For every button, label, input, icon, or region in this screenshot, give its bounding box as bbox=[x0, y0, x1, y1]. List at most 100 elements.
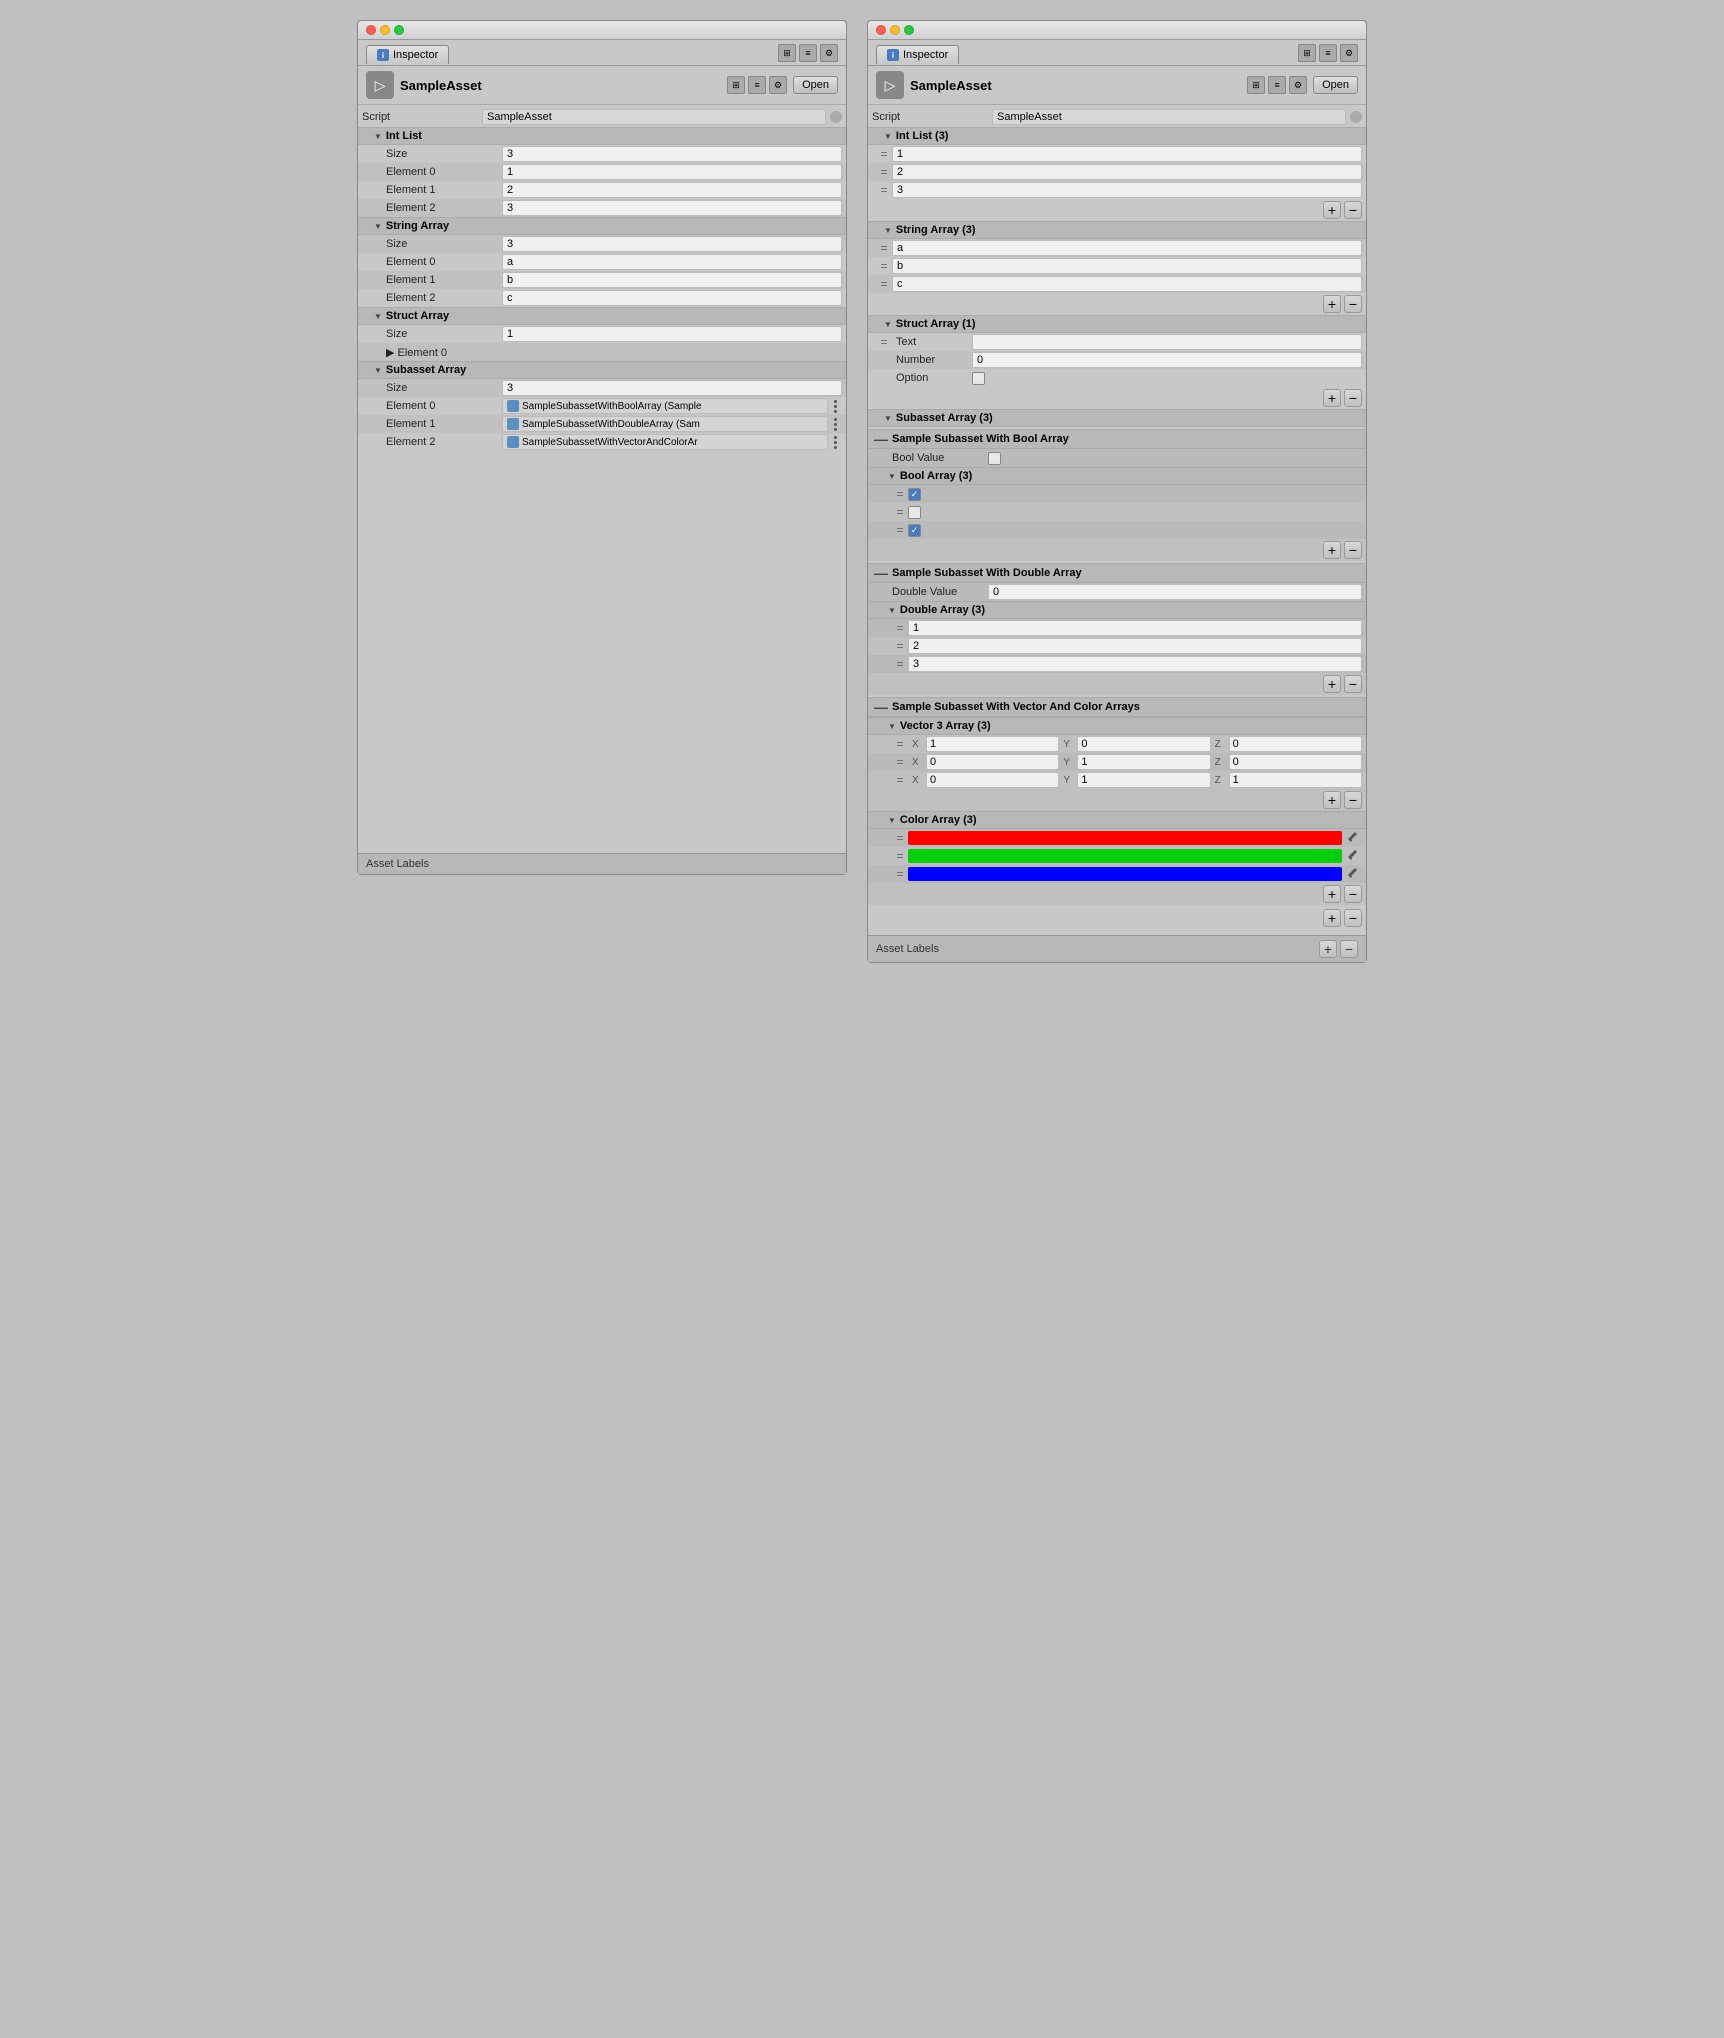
left-open-button[interactable]: Open bbox=[793, 76, 838, 94]
right-script-circle[interactable] bbox=[1350, 111, 1362, 123]
left-string-array-size-value[interactable]: 3 bbox=[502, 236, 842, 252]
left-int-list-size-value[interactable]: 3 bbox=[502, 146, 842, 162]
close-button[interactable] bbox=[366, 25, 376, 35]
right-subasset-array-header[interactable]: ▼ Subasset Array (3) bbox=[868, 409, 1366, 427]
left-subasset-elem2-ref[interactable]: SampleSubassetWithVectorAndColorAr bbox=[502, 434, 828, 450]
right-v3-2-x[interactable]: 0 bbox=[926, 772, 1059, 788]
left-subasset-elem2-menu[interactable] bbox=[828, 435, 842, 449]
right-bool-array-add-btn[interactable]: + bbox=[1323, 541, 1341, 559]
right-double-array-value-0[interactable]: 1 bbox=[908, 620, 1362, 636]
left-subasset-elem0-menu[interactable] bbox=[828, 399, 842, 413]
right-struct-option-checkbox[interactable] bbox=[972, 372, 985, 385]
right-icon-btn-1[interactable]: ⊞ bbox=[1298, 44, 1316, 62]
right-close-button[interactable] bbox=[876, 25, 886, 35]
right-vector3-remove-btn[interactable]: − bbox=[1344, 791, 1362, 809]
right-string-array-value-2[interactable]: c bbox=[892, 276, 1362, 292]
right-struct-number-value[interactable]: 0 bbox=[972, 352, 1362, 368]
maximize-button[interactable] bbox=[394, 25, 404, 35]
right-v3-1-y[interactable]: 1 bbox=[1077, 754, 1210, 770]
left-subasset-elem1-ref[interactable]: SampleSubassetWithDoubleArray (Sam bbox=[502, 416, 828, 432]
right-int-list-remove-btn[interactable]: − bbox=[1344, 201, 1362, 219]
right-double-array-value-1[interactable]: 2 bbox=[908, 638, 1362, 654]
right-int-list-add-btn[interactable]: + bbox=[1323, 201, 1341, 219]
right-footer-add-btn[interactable]: + bbox=[1319, 940, 1337, 958]
right-v3-0-z[interactable]: 0 bbox=[1229, 736, 1362, 752]
right-string-array-value-0[interactable]: a bbox=[892, 240, 1362, 256]
right-color-eyedropper-2[interactable] bbox=[1342, 867, 1362, 881]
left-subasset-array-header[interactable]: ▼ Subasset Array bbox=[358, 361, 846, 379]
right-struct-array-remove-btn[interactable]: − bbox=[1344, 389, 1362, 407]
right-color-swatch-2[interactable] bbox=[908, 867, 1342, 881]
left-int-list-elem1-value[interactable]: 2 bbox=[502, 182, 842, 198]
right-icon-btn-2[interactable]: ≡ bbox=[1319, 44, 1337, 62]
left-string-array-elem1-value[interactable]: b bbox=[502, 272, 842, 288]
right-icon-btn-3[interactable]: ⚙ bbox=[1340, 44, 1358, 62]
right-header-icon-3[interactable]: ⚙ bbox=[1289, 76, 1307, 94]
left-icon-btn-2[interactable]: ≡ bbox=[799, 44, 817, 62]
right-double-array-remove-btn[interactable]: − bbox=[1344, 675, 1362, 693]
left-subasset-elem1-menu[interactable] bbox=[828, 417, 842, 431]
right-color-array-remove-btn[interactable]: − bbox=[1344, 885, 1362, 903]
left-header-icon-1[interactable]: ⊞ bbox=[727, 76, 745, 94]
right-maximize-button[interactable] bbox=[904, 25, 914, 35]
right-v3-2-y[interactable]: 1 bbox=[1077, 772, 1210, 788]
left-string-array-elem2-value[interactable]: c bbox=[502, 290, 842, 306]
right-v3-1-z[interactable]: 0 bbox=[1229, 754, 1362, 770]
left-icon-btn-3[interactable]: ⚙ bbox=[820, 44, 838, 62]
right-bool-array-remove-btn[interactable]: − bbox=[1344, 541, 1362, 559]
right-bool-array-checkbox-1[interactable] bbox=[908, 506, 921, 519]
right-int-list-header[interactable]: ▼ Int List (3) bbox=[868, 127, 1366, 145]
right-bool-array-header[interactable]: ▼ Bool Array (3) bbox=[868, 467, 1366, 485]
right-string-array-add-btn[interactable]: + bbox=[1323, 295, 1341, 313]
right-color-swatch-0[interactable] bbox=[908, 831, 1342, 845]
left-header-icon-3[interactable]: ⚙ bbox=[769, 76, 787, 94]
left-subasset-elem0-ref[interactable]: SampleSubassetWithBoolArray (Sample bbox=[502, 398, 828, 414]
right-int-list-value-2[interactable]: 3 bbox=[892, 182, 1362, 198]
right-color-swatch-1[interactable] bbox=[908, 849, 1342, 863]
right-subasset-remove-btn[interactable]: − bbox=[1344, 909, 1362, 927]
right-header-icon-1[interactable]: ⊞ bbox=[1247, 76, 1265, 94]
left-int-list-elem0-value[interactable]: 1 bbox=[502, 164, 842, 180]
left-icon-btn-1[interactable]: ⊞ bbox=[778, 44, 796, 62]
right-bool-value-checkbox[interactable] bbox=[988, 452, 1001, 465]
right-inspector-tab[interactable]: i Inspector bbox=[876, 45, 959, 64]
right-double-array-value-2[interactable]: 3 bbox=[908, 656, 1362, 672]
right-vector3-array-header[interactable]: ▼ Vector 3 Array (3) bbox=[868, 717, 1366, 735]
right-double-value-input[interactable]: 0 bbox=[988, 584, 1362, 600]
right-int-list-value-0[interactable]: 1 bbox=[892, 146, 1362, 162]
right-struct-array-add-btn[interactable]: + bbox=[1323, 389, 1341, 407]
right-string-array-remove-btn[interactable]: − bbox=[1344, 295, 1362, 313]
right-v3-0-x[interactable]: 1 bbox=[926, 736, 1059, 752]
right-v3-0-y[interactable]: 0 bbox=[1077, 736, 1210, 752]
right-v3-2-z[interactable]: 1 bbox=[1229, 772, 1362, 788]
right-footer-remove-btn[interactable]: − bbox=[1340, 940, 1358, 958]
right-color-array-header[interactable]: ▼ Color Array (3) bbox=[868, 811, 1366, 829]
left-struct-array-size-value[interactable]: 1 bbox=[502, 326, 842, 342]
right-string-array-value-1[interactable]: b bbox=[892, 258, 1362, 274]
right-bool-array-checkbox-2[interactable] bbox=[908, 524, 921, 537]
left-string-array-header[interactable]: ▼ String Array bbox=[358, 217, 846, 235]
left-subasset-size-value[interactable]: 3 bbox=[502, 380, 842, 396]
right-color-eyedropper-1[interactable] bbox=[1342, 849, 1362, 863]
right-color-eyedropper-0[interactable] bbox=[1342, 831, 1362, 845]
right-int-list-value-1[interactable]: 2 bbox=[892, 164, 1362, 180]
right-struct-array-header[interactable]: ▼ Struct Array (1) bbox=[868, 315, 1366, 333]
left-struct-array-header[interactable]: ▼ Struct Array bbox=[358, 307, 846, 325]
left-int-list-elem2-value[interactable]: 3 bbox=[502, 200, 842, 216]
right-subasset-add-btn[interactable]: + bbox=[1323, 909, 1341, 927]
right-color-array-add-btn[interactable]: + bbox=[1323, 885, 1341, 903]
right-bool-array-checkbox-0[interactable] bbox=[908, 488, 921, 501]
right-minimize-button[interactable] bbox=[890, 25, 900, 35]
left-script-circle[interactable] bbox=[830, 111, 842, 123]
right-vector3-add-btn[interactable]: + bbox=[1323, 791, 1341, 809]
right-double-array-header[interactable]: ▼ Double Array (3) bbox=[868, 601, 1366, 619]
left-inspector-tab[interactable]: i Inspector bbox=[366, 45, 449, 64]
left-string-array-elem0-value[interactable]: a bbox=[502, 254, 842, 270]
right-double-array-add-btn[interactable]: + bbox=[1323, 675, 1341, 693]
right-struct-text-value[interactable] bbox=[972, 334, 1362, 350]
left-header-icon-2[interactable]: ≡ bbox=[748, 76, 766, 94]
right-open-button[interactable]: Open bbox=[1313, 76, 1358, 94]
right-v3-1-x[interactable]: 0 bbox=[926, 754, 1059, 770]
left-int-list-header[interactable]: ▼ Int List bbox=[358, 127, 846, 145]
right-string-array-header[interactable]: ▼ String Array (3) bbox=[868, 221, 1366, 239]
